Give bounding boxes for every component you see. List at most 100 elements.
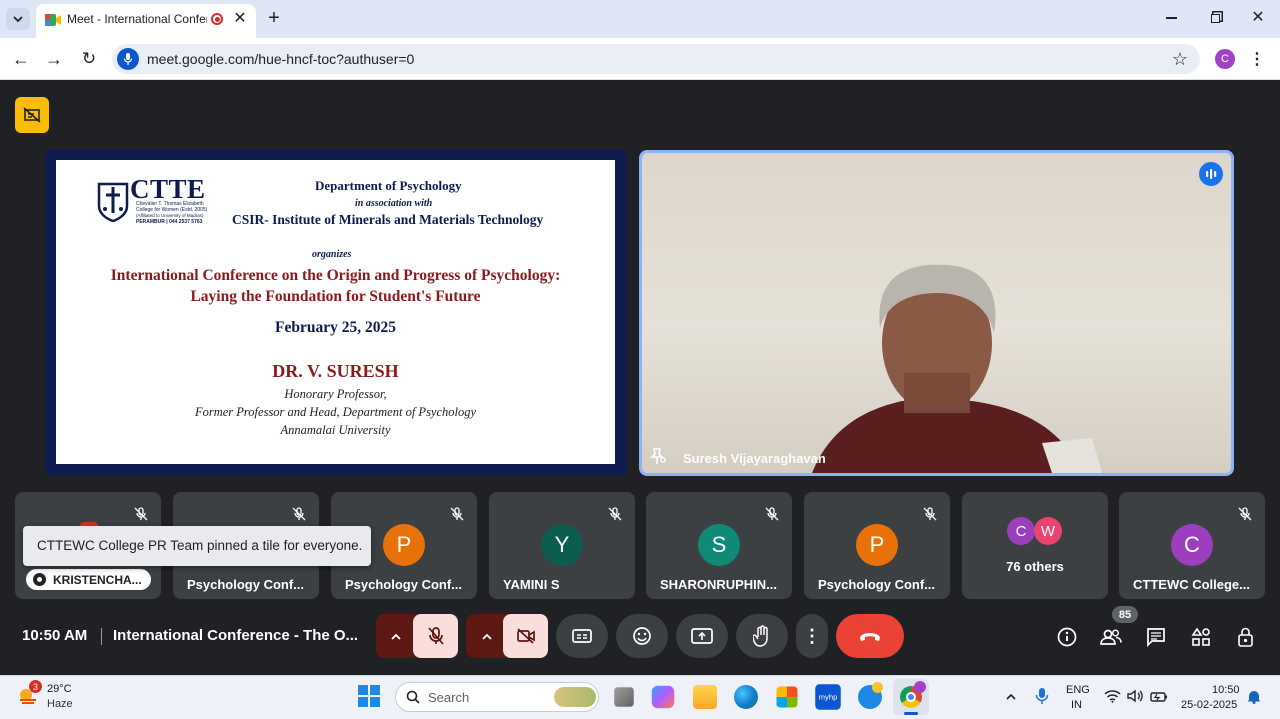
audio-level-icon	[1199, 162, 1223, 186]
info-icon[interactable]	[1056, 626, 1078, 648]
myhp-icon[interactable]: myhp	[815, 684, 841, 710]
back-icon[interactable]: ←	[11, 49, 31, 69]
microphone-tray-icon[interactable]	[1035, 687, 1049, 705]
presentation-slide: CTTE Chevalier T. Thomas Elizabeth Colle…	[56, 160, 615, 464]
avatar: S	[698, 524, 740, 566]
raise-hand-button[interactable]	[736, 614, 788, 658]
file-explorer-icon[interactable]	[693, 685, 717, 709]
taskbar-search[interactable]: Search	[395, 682, 599, 712]
others-tile[interactable]: C W 76 others	[962, 492, 1108, 599]
leave-call-button[interactable]	[836, 614, 904, 658]
present-screen-icon	[691, 628, 713, 644]
tips-badge-icon	[872, 682, 883, 693]
reload-icon[interactable]: ↻	[79, 49, 99, 68]
notification-bell-icon[interactable]	[1247, 689, 1261, 704]
bookmark-star-icon[interactable]: ☆	[1170, 49, 1190, 69]
avatar: C	[1007, 517, 1035, 545]
store-icon[interactable]	[776, 686, 798, 708]
participant-name: YAMINI S	[503, 577, 560, 592]
close-tab-icon[interactable]: ✕	[232, 10, 248, 27]
avatar: W	[1034, 517, 1062, 545]
participant-tile[interactable]: P Psychology Conf...	[804, 492, 950, 599]
activities-icon[interactable]	[1190, 626, 1212, 648]
chrome-inner-icon	[906, 692, 916, 702]
slide-date: February 25, 2025	[275, 319, 396, 336]
weather-desc: Haze	[47, 698, 73, 710]
pin-badge-icon	[33, 573, 46, 586]
present-button[interactable]	[676, 614, 728, 658]
close-window-icon[interactable]: ✕	[1250, 9, 1266, 26]
slide-role-1: Honorary Professor,	[284, 387, 387, 401]
host-controls-icon[interactable]	[1235, 626, 1257, 648]
tab-list-button[interactable]	[6, 8, 30, 30]
speaker-video-tile[interactable]: Suresh Vijayaraghavan	[639, 150, 1234, 476]
edge-icon[interactable]	[734, 685, 758, 709]
search-highlight-icon	[554, 687, 596, 707]
show-hidden-icons[interactable]	[1003, 688, 1019, 704]
presentation-off-icon[interactable]	[15, 97, 49, 133]
slide-conference-line2: Laying the Foundation for Student's Futu…	[190, 288, 481, 305]
language-region: IN	[1071, 699, 1082, 711]
clock-date: 25-02-2025	[1181, 699, 1238, 711]
reactions-button[interactable]	[616, 614, 668, 658]
people-icon[interactable]	[1100, 626, 1122, 648]
avatar: P	[383, 524, 425, 566]
weather-badge: 3	[29, 680, 42, 693]
mic-toggle-button[interactable]	[413, 614, 458, 658]
captions-icon	[572, 629, 592, 643]
browser-tab[interactable]: Meet - International Confer ✕	[36, 4, 256, 38]
language-code[interactable]: ENG	[1066, 684, 1090, 696]
chevron-up-icon[interactable]	[479, 628, 495, 644]
participant-tile[interactable]: S SHARONRUPHIN...	[646, 492, 792, 599]
url-text[interactable]: meet.google.com/hue-hncf-toc?authuser=0	[147, 51, 414, 67]
microphone-site-icon[interactable]	[117, 48, 139, 70]
wifi-icon[interactable]	[1104, 689, 1121, 703]
logo-subtitle-4: PERAMBUR | 044 2537 5763	[136, 219, 203, 225]
slide-speaker: DR. V. SURESH	[272, 361, 399, 381]
forward-icon[interactable]: →	[44, 49, 64, 69]
battery-icon[interactable]	[1150, 690, 1168, 702]
slide-institute: CSIR- Institute of Minerals and Material…	[232, 212, 544, 227]
mic-off-icon	[764, 506, 780, 522]
toast-text: CTTEWC College PR Team pinned a tile for…	[37, 538, 363, 553]
slide-organizes: organizes	[312, 249, 352, 260]
profile-avatar[interactable]: C	[1215, 49, 1235, 69]
more-options-button[interactable]: ⋮	[796, 614, 828, 658]
mic-off-icon	[922, 506, 938, 522]
camera-toggle-button[interactable]	[503, 614, 548, 658]
avatar: P	[856, 524, 898, 566]
weather-temp[interactable]: 29°C	[47, 683, 72, 695]
new-tab-icon[interactable]: +	[264, 7, 284, 29]
volume-icon[interactable]	[1127, 689, 1143, 703]
meet-favicon-icon	[45, 13, 61, 27]
avatar: C	[1171, 524, 1213, 566]
slide-conference-line1: International Conference on the Origin a…	[110, 267, 561, 284]
participant-tile[interactable]: Y YAMINI S	[489, 492, 635, 599]
slide-department: Department of Psychology	[315, 178, 462, 193]
more-vert-icon: ⋮	[803, 625, 821, 646]
hand-icon	[753, 625, 768, 647]
task-view-icon[interactable]	[614, 687, 634, 707]
participant-name-pill: KRISTENCHA...	[26, 569, 151, 590]
participant-tile[interactable]: C CTTEWC College...	[1119, 492, 1265, 599]
chat-icon[interactable]	[1145, 626, 1167, 648]
mic-off-icon	[449, 506, 465, 522]
recording-icon	[211, 13, 223, 25]
divider	[101, 628, 102, 645]
mic-off-icon	[291, 506, 307, 522]
hang-up-icon	[860, 633, 880, 641]
captions-button[interactable]	[556, 614, 608, 658]
copilot-icon[interactable]	[651, 685, 675, 709]
search-placeholder: Search	[428, 690, 470, 705]
browser-menu-icon[interactable]: ⋮	[1249, 49, 1265, 69]
chrome-taskbar-button[interactable]	[893, 679, 929, 715]
pinned-icon[interactable]	[649, 447, 667, 465]
restore-icon[interactable]	[1207, 10, 1223, 26]
ctte-logo: CTTE Chevalier T. Thomas Elizabeth Colle…	[96, 174, 218, 228]
participant-name: Psychology Conf...	[818, 577, 936, 592]
emoji-icon	[633, 627, 651, 645]
clock-time[interactable]: 10:50	[1212, 684, 1240, 696]
minimize-icon[interactable]	[1163, 10, 1179, 26]
chevron-up-icon[interactable]	[388, 628, 404, 644]
start-button[interactable]	[358, 685, 382, 709]
